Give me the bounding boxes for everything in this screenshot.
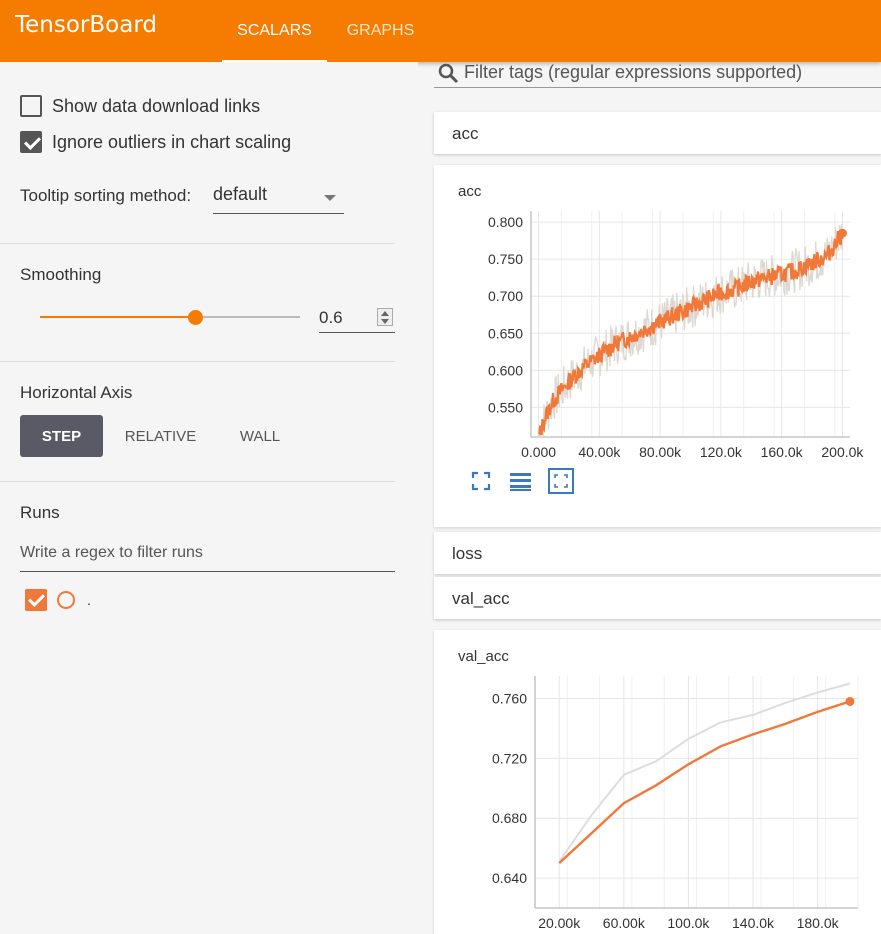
show-download-links-checkbox[interactable]: Show data download links bbox=[20, 95, 260, 117]
raw-series-line bbox=[558, 682, 851, 863]
smoothed-series-line bbox=[538, 230, 844, 436]
x-tick-label: 180.0k bbox=[797, 915, 840, 931]
x-tick-label: 80.00k bbox=[639, 444, 682, 460]
fit-domain-icon[interactable] bbox=[470, 470, 492, 492]
acc-chart[interactable]: 0.000 40.00k 80.00k 120.0k 160.0k 200.0k 0.550… bbox=[434, 165, 881, 465]
y-tick-label: 0.720 bbox=[492, 750, 527, 766]
tab-scalars[interactable]: SCALARS bbox=[222, 0, 327, 62]
tooltip-sorting-value: default bbox=[213, 184, 268, 204]
y-tick-label: 0.640 bbox=[492, 870, 527, 886]
tooltip-sorting-dropdown[interactable]: default bbox=[213, 184, 344, 214]
raw-series-line bbox=[537, 224, 844, 438]
y-tick-label: 0.750 bbox=[488, 251, 523, 267]
y-tick-label: 0.700 bbox=[488, 288, 523, 304]
category-val-acc[interactable]: val_acc bbox=[434, 577, 881, 619]
search-icon bbox=[438, 63, 459, 84]
spinner-icon[interactable] bbox=[377, 308, 393, 326]
checkbox-checked[interactable] bbox=[20, 131, 42, 153]
x-tick-label: 120.0k bbox=[700, 444, 743, 460]
expand-chart-icon[interactable] bbox=[548, 468, 574, 494]
run-name: . bbox=[87, 592, 91, 608]
y-tick-label: 0.550 bbox=[488, 399, 523, 415]
category-loss[interactable]: loss bbox=[434, 532, 881, 574]
series-end-point bbox=[845, 696, 855, 706]
series-end-point bbox=[837, 228, 847, 238]
smoothing-slider-thumb[interactable] bbox=[188, 310, 203, 325]
smoothing-input[interactable]: 0.6 bbox=[319, 303, 395, 333]
run-checkbox[interactable] bbox=[25, 589, 47, 611]
x-tick-label: 160.0k bbox=[761, 444, 804, 460]
chart-card-val-acc: val_acc 20.00k 60.00k 100.0k 140.0k 180.0k 0.… bbox=[434, 630, 881, 934]
toggle-log-scale-icon[interactable] bbox=[509, 470, 531, 492]
smoothing-title: Smoothing bbox=[20, 265, 102, 284]
y-tick-label: 0.760 bbox=[492, 690, 527, 706]
horizontal-axis-title: Horizontal Axis bbox=[20, 383, 133, 402]
filter-tags-placeholder: Filter tags (regular expressions support… bbox=[464, 62, 803, 82]
filter-tags-input[interactable]: Filter tags (regular expressions support… bbox=[434, 62, 881, 88]
tab-graphs[interactable]: GRAPHS bbox=[333, 0, 428, 62]
sidebar: Show data download links Ignore outliers… bbox=[0, 62, 418, 934]
chart-actions bbox=[470, 468, 591, 494]
divider bbox=[0, 243, 395, 244]
x-tick-label: 0.000 bbox=[521, 444, 556, 460]
run-color-icon bbox=[57, 591, 75, 609]
axis-wall-button[interactable]: WALL bbox=[220, 415, 300, 457]
main-panel: Filter tags (regular expressions support… bbox=[432, 62, 881, 934]
show-download-links-label: Show data download links bbox=[52, 95, 261, 116]
x-tick-label: 100.0k bbox=[667, 915, 710, 931]
smoothed-series-line bbox=[558, 700, 851, 864]
x-tick-label: 40.00k bbox=[578, 444, 621, 460]
divider bbox=[0, 481, 395, 482]
chart-card-acc: acc 0.000 40.00k 80.00k 120.0k 160.0k 200.0k 0… bbox=[434, 165, 881, 527]
ignore-outliers-label: Ignore outliers in chart scaling bbox=[52, 131, 292, 152]
divider bbox=[0, 361, 395, 362]
y-tick-label: 0.600 bbox=[488, 362, 523, 378]
tooltip-sorting-label: Tooltip sorting method: bbox=[20, 186, 192, 205]
x-tick-label: 20.00k bbox=[538, 915, 581, 931]
smoothing-value: 0.6 bbox=[319, 308, 343, 327]
val-acc-chart[interactable]: 20.00k 60.00k 100.0k 140.0k 180.0k 0.640 0.680… bbox=[434, 630, 881, 934]
y-tick-label: 0.650 bbox=[488, 325, 523, 341]
x-tick-label: 140.0k bbox=[732, 915, 775, 931]
app-title: TensorBoard bbox=[15, 12, 157, 38]
y-tick-label: 0.800 bbox=[488, 214, 523, 230]
x-tick-label: 60.00k bbox=[603, 915, 646, 931]
axis-step-button[interactable]: STEP bbox=[20, 415, 103, 457]
top-toolbar: TensorBoard SCALARS GRAPHS bbox=[0, 0, 881, 63]
checkbox-unchecked[interactable] bbox=[20, 95, 42, 117]
axis-relative-button[interactable]: RELATIVE bbox=[113, 415, 208, 457]
run-item[interactable]: . bbox=[25, 589, 91, 611]
smoothing-slider-fill bbox=[40, 316, 196, 318]
chevron-down-icon bbox=[324, 195, 336, 201]
category-acc[interactable]: acc bbox=[434, 112, 881, 154]
runs-filter-input[interactable]: Write a regex to filter runs bbox=[20, 544, 395, 572]
y-tick-label: 0.680 bbox=[492, 810, 527, 826]
x-tick-label: 200.0k bbox=[821, 444, 864, 460]
ignore-outliers-checkbox[interactable]: Ignore outliers in chart scaling bbox=[20, 131, 291, 153]
runs-title: Runs bbox=[20, 503, 60, 522]
